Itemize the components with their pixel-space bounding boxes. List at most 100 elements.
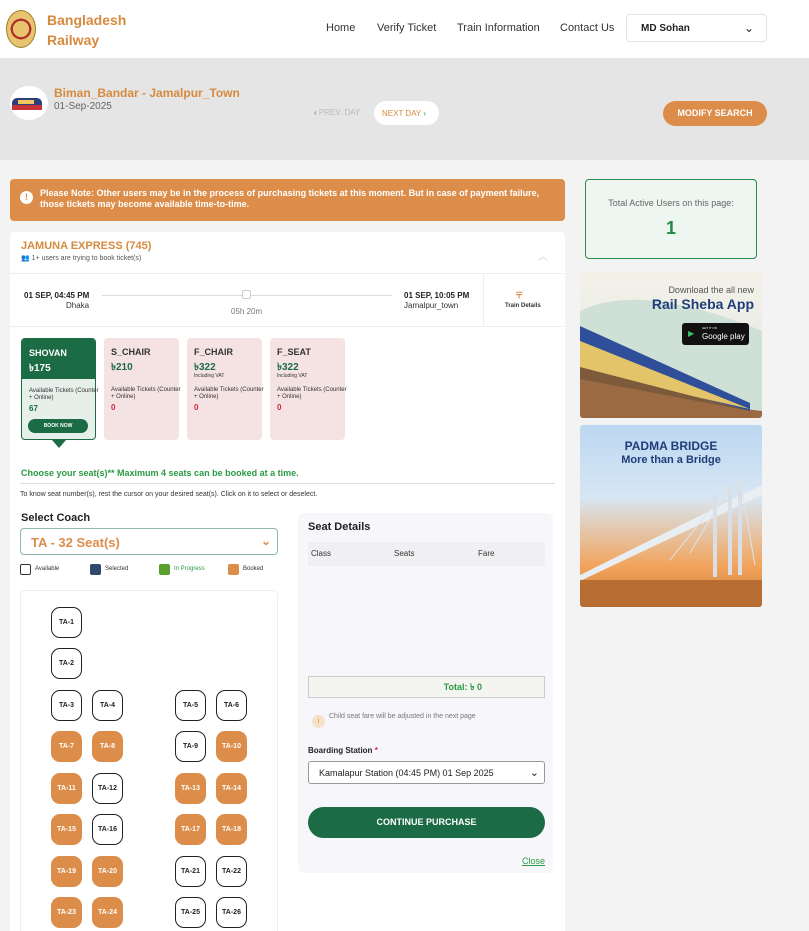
ad-bridge-subtitle: More than a Bridge <box>621 454 721 466</box>
seat-button[interactable]: TA-4 <box>92 690 123 721</box>
seat-button[interactable]: TA-14 <box>216 773 247 804</box>
seat-button[interactable]: TA-3 <box>51 690 82 721</box>
legend-swatch-selected <box>90 564 101 575</box>
ad-bridge-title: PADMA BRIDGE <box>624 439 718 453</box>
collapse-chevron-icon[interactable]: ︿ <box>538 248 548 263</box>
nav-home[interactable]: Home <box>326 22 355 34</box>
book-now-button[interactable]: BOOK NOW <box>28 419 88 433</box>
badge-text: Google play <box>702 332 745 341</box>
legend-swatch-available <box>20 564 31 575</box>
select-coach-label: Select Coach <box>21 512 91 524</box>
prev-day-label: PREV. DAY <box>318 108 361 117</box>
seat-button[interactable]: TA-12 <box>92 773 123 804</box>
legend-label-in-progress: In Progress <box>174 566 205 572</box>
seat-button[interactable]: TA-23 <box>51 897 82 928</box>
arrival-time: 01 SEP, 10:05 PM <box>404 291 470 300</box>
seat-button[interactable]: TA-1 <box>51 607 82 638</box>
divider <box>20 483 555 484</box>
nav-verify-ticket[interactable]: Verify Ticket <box>377 22 436 34</box>
class-availability-label: Available Tickets (Counter + Online) <box>111 387 181 400</box>
departure-time: 01 SEP, 04:45 PM <box>24 291 90 300</box>
google-play-badge[interactable]: GET IT ON ▶ Google play <box>682 323 749 345</box>
ad-app-title: Rail Sheba App <box>651 296 754 312</box>
seat-button[interactable]: TA-26 <box>216 897 247 928</box>
journey-date: 01-Sep-2025 <box>54 101 112 112</box>
railway-logo[interactable] <box>6 10 36 48</box>
seat-button[interactable]: TA-19 <box>51 856 82 887</box>
child-fare-note: Child seat fare will be adjusted in the … <box>329 713 476 720</box>
rail-sheba-app-ad[interactable]: Download the all new Rail Sheba App GET … <box>580 271 762 418</box>
class-availability-count: 67 <box>29 404 38 413</box>
seat-button[interactable]: TA-21 <box>175 856 206 887</box>
brand-title[interactable]: Bangladesh Railway <box>47 10 147 50</box>
chevron-right-icon: › <box>421 109 427 118</box>
modify-search-button[interactable]: MODIFY SEARCH <box>663 101 767 126</box>
play-icon: ▶ <box>688 329 695 338</box>
seat-button[interactable]: TA-22 <box>216 856 247 887</box>
chevron-down-icon: ⌄ <box>743 21 754 35</box>
seat-button[interactable]: TA-17 <box>175 814 206 845</box>
class-name: S_CHAIR <box>111 347 151 357</box>
seat-button[interactable]: TA-5 <box>175 690 206 721</box>
user-menu[interactable]: MD Sohan ⌄ <box>626 14 767 42</box>
user-name: MD Sohan <box>641 23 690 34</box>
chevron-down-icon: ⌄ <box>260 534 271 548</box>
column-fare: Fare <box>478 549 495 558</box>
train-details-link[interactable]: Train Details <box>505 303 541 309</box>
active-users-label: Total Active Users on this page: <box>608 198 734 208</box>
journey-midpoint <box>242 290 251 299</box>
notice-text: Please Note: Other users may be in the p… <box>40 188 540 209</box>
class-card-s-chair[interactable]: S_CHAIR ৳210 Available Tickets (Counter … <box>104 338 181 440</box>
seat-button[interactable]: TA-6 <box>216 690 247 721</box>
close-link[interactable]: Close <box>522 856 545 866</box>
coach-select[interactable]: TA - 32 Seat(s) ⌄ <box>20 528 278 555</box>
seat-details-table-header <box>308 542 545 566</box>
boarding-station-label: Boarding Station * <box>308 746 378 755</box>
legend-label-selected: Selected <box>105 566 129 572</box>
class-name: F_SEAT <box>277 347 311 357</box>
seat-button[interactable]: TA-8 <box>92 731 123 762</box>
seat-button[interactable]: TA-15 <box>51 814 82 845</box>
seat-button[interactable]: TA-10 <box>216 731 247 762</box>
legend-label-available: Available <box>35 566 60 572</box>
active-users-count: 1 <box>665 218 676 238</box>
next-day-label: NEXT DAY <box>382 109 422 118</box>
seat-button[interactable]: TA-20 <box>92 856 123 887</box>
seat-button[interactable]: TA-2 <box>51 648 82 679</box>
column-seats: Seats <box>394 549 415 558</box>
class-availability-label: Available Tickets (Counter + Online) <box>29 388 99 401</box>
train-details-icon[interactable]: ⫧ <box>516 287 523 302</box>
legend-swatch-booked <box>228 564 239 575</box>
class-price: ৳210 <box>111 362 133 373</box>
padma-bridge-ad[interactable]: PADMA BRIDGE More than a Bridge <box>580 425 762 607</box>
next-day-button[interactable]: NEXT DAY › <box>374 101 439 125</box>
column-class: Class <box>311 549 332 558</box>
class-availability-label: Available Tickets (Counter + Online) <box>277 387 347 400</box>
nav-train-information[interactable]: Train Information <box>457 22 540 34</box>
active-users-card: Total Active Users on this page: 1 <box>585 179 757 259</box>
seat-button[interactable]: TA-11 <box>51 773 82 804</box>
seat-button[interactable]: TA-18 <box>216 814 247 845</box>
nav-contact-us[interactable]: Contact Us <box>560 22 614 34</box>
info-icon: i <box>312 715 325 728</box>
departure-station: Dhaka <box>66 301 90 310</box>
seat-button[interactable]: TA-7 <box>51 731 82 762</box>
train-icon <box>10 86 48 120</box>
seat-button[interactable]: TA-13 <box>175 773 206 804</box>
train-name: JAMUNA EXPRESS (745) <box>21 240 152 252</box>
class-card-f-chair[interactable]: F_CHAIR ৳322 Including VAT Available Tic… <box>187 338 264 440</box>
coach-select-value: TA - 32 Seat(s) <box>31 535 120 550</box>
class-vat-note: Including VAT <box>277 373 308 379</box>
notice-banner: ! Please Note: Other users may be in the… <box>10 179 565 221</box>
boarding-station-value: Kamalapur Station (04:45 PM) 01 Sep 2025 <box>319 768 494 778</box>
prev-day-button[interactable]: ‹ PREV. DAY <box>314 108 360 117</box>
seat-button[interactable]: TA-24 <box>92 897 123 928</box>
ad-app-subtitle: Download the all new <box>668 285 754 295</box>
seat-button[interactable]: TA-25 <box>175 897 206 928</box>
seat-button[interactable]: TA-9 <box>175 731 206 762</box>
boarding-station-select[interactable]: Kamalapur Station (04:45 PM) 01 Sep 2025… <box>308 761 545 784</box>
seat-button[interactable]: TA-16 <box>92 814 123 845</box>
route-title: Biman_Bandar - Jamalpur_Town <box>54 86 240 100</box>
class-card-f-seat[interactable]: F_SEAT ৳322 Including VAT Available Tick… <box>270 338 347 440</box>
continue-purchase-button[interactable]: CONTINUE PURCHASE <box>308 807 545 838</box>
